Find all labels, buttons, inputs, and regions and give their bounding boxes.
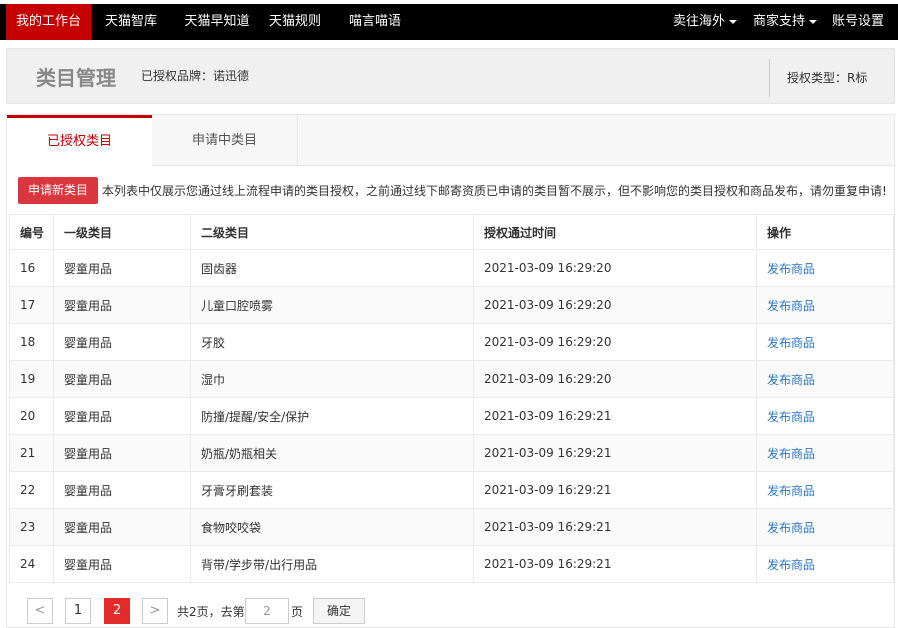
row-level1: 婴童用品 xyxy=(53,286,191,324)
row-level1: 婴童用品 xyxy=(53,545,191,583)
total-pages-text: 共2页，去第 xyxy=(177,605,245,619)
row-id: 24 xyxy=(9,545,54,583)
row-time: 2021-03-09 16:29:21 xyxy=(473,397,757,435)
chevron-down-icon xyxy=(729,19,737,24)
row-id: 21 xyxy=(9,434,54,472)
table-row: 22 婴童用品 牙膏牙刷套装 2021-03-09 16:29:21 发布商品 xyxy=(9,471,894,509)
row-time: 2021-03-09 16:29:21 xyxy=(473,545,757,583)
row-id: 16 xyxy=(9,249,54,287)
authorization-type: 授权类型：R标 xyxy=(787,71,868,85)
publish-product-link[interactable]: 发布商品 xyxy=(756,323,894,361)
publish-product-link[interactable]: 发布商品 xyxy=(756,286,894,324)
column-header-action: 操作 xyxy=(756,214,894,250)
row-id: 23 xyxy=(9,508,54,546)
row-level1: 婴童用品 xyxy=(53,249,191,287)
authorized-brand: 已授权品牌：诺迅德 xyxy=(141,69,250,83)
row-time: 2021-03-09 16:29:21 xyxy=(473,508,757,546)
row-id: 19 xyxy=(9,360,54,398)
category-table: 编号 一级类目 二级类目 授权通过时间 操作 16 婴童用品 固齿器 2021-03-… xyxy=(9,214,894,583)
apply-new-category-button[interactable]: 申请新类目 xyxy=(18,177,98,204)
row-level1: 婴童用品 xyxy=(53,360,191,398)
publish-product-link[interactable]: 发布商品 xyxy=(756,508,894,546)
header-divider xyxy=(769,59,770,97)
prev-page-button[interactable]: < xyxy=(27,598,53,624)
table-row: 24 婴童用品 背带/学步带/出行用品 2021-03-09 16:29:21 发布商品 xyxy=(9,545,894,583)
row-level2: 食物咬咬袋 xyxy=(190,508,474,546)
table-row: 23 婴童用品 食物咬咬袋 2021-03-09 16:29:21 发布商品 xyxy=(9,508,894,546)
table-row: 20 婴童用品 防撞/提醒/安全/保护 2021-03-09 16:29:21 发布商品 xyxy=(9,397,894,435)
row-level1: 婴童用品 xyxy=(53,397,191,435)
page-title: 类目管理 xyxy=(36,66,116,90)
notice-bar: 申请新类目 本列表中仅展示您通过线上流程申请的类目授权，之前通过线下邮寄资质已申… xyxy=(18,177,888,205)
nav-sell-overseas[interactable]: 卖往海外 xyxy=(668,4,742,40)
chevron-down-icon xyxy=(809,19,817,24)
column-header-level2: 二级类目 xyxy=(190,214,474,250)
row-level2: 湿巾 xyxy=(190,360,474,398)
nav-sell-overseas-label: 卖往海外 xyxy=(672,14,725,29)
table-header-row: 编号 一级类目 二级类目 授权通过时间 操作 xyxy=(9,214,894,250)
nav-account-settings[interactable]: 账号设置 xyxy=(826,4,890,40)
table-row: 18 婴童用品 牙胶 2021-03-09 16:29:20 发布商品 xyxy=(9,323,894,361)
publish-product-link[interactable]: 发布商品 xyxy=(756,360,894,398)
row-time: 2021-03-09 16:29:20 xyxy=(473,360,757,398)
row-id: 20 xyxy=(9,397,54,435)
row-level1: 婴童用品 xyxy=(53,434,191,472)
row-level2: 背带/学步带/出行用品 xyxy=(190,545,474,583)
row-level2: 儿童口腔喷雾 xyxy=(190,286,474,324)
nav-my-workbench[interactable]: 我的工作台 xyxy=(6,4,91,40)
row-time: 2021-03-09 16:29:21 xyxy=(473,471,757,509)
page-unit-text: 页 xyxy=(291,605,304,619)
nav-tmall-rules[interactable]: 天猫规则 xyxy=(262,4,328,40)
page-header: 类目管理 已授权品牌：诺迅德 授权类型：R标 xyxy=(6,48,895,104)
publish-product-link[interactable]: 发布商品 xyxy=(756,545,894,583)
notice-text: 本列表中仅展示您通过线上流程申请的类目授权，之前通过线下邮寄资质已申请的类目暂不… xyxy=(102,184,887,198)
category-panel: 已授权类目 申请中类目 申请新类目 本列表中仅展示您通过线上流程申请的类目授权，… xyxy=(6,114,895,628)
tab-authorized-categories[interactable]: 已授权类目 xyxy=(7,115,152,166)
confirm-button[interactable]: 确定 xyxy=(313,598,365,624)
page-2-button[interactable]: 2 xyxy=(104,598,130,624)
column-header-time: 授权通过时间 xyxy=(473,214,757,250)
column-header-id: 编号 xyxy=(9,214,54,250)
row-level2: 奶瓶/奶瓶相关 xyxy=(190,434,474,472)
row-time: 2021-03-09 16:29:20 xyxy=(473,249,757,287)
row-id: 22 xyxy=(9,471,54,509)
publish-product-link[interactable]: 发布商品 xyxy=(756,471,894,509)
row-level2: 牙胶 xyxy=(190,323,474,361)
next-page-button[interactable]: > xyxy=(142,598,168,624)
row-level1: 婴童用品 xyxy=(53,323,191,361)
table-row: 19 婴童用品 湿巾 2021-03-09 16:29:20 发布商品 xyxy=(9,360,894,398)
publish-product-link[interactable]: 发布商品 xyxy=(756,434,894,472)
row-id: 18 xyxy=(9,323,54,361)
tab-bar: 已授权类目 申请中类目 xyxy=(7,115,894,166)
nav-merchant-support-label: 商家支持 xyxy=(752,14,805,29)
publish-product-link[interactable]: 发布商品 xyxy=(756,249,894,287)
row-level1: 婴童用品 xyxy=(53,508,191,546)
table-row: 16 婴童用品 固齿器 2021-03-09 16:29:20 发布商品 xyxy=(9,249,894,287)
row-level2: 防撞/提醒/安全/保护 xyxy=(190,397,474,435)
publish-product-link[interactable]: 发布商品 xyxy=(756,397,894,435)
tab-pending-categories[interactable]: 申请中类目 xyxy=(152,115,298,165)
row-time: 2021-03-09 16:29:21 xyxy=(473,434,757,472)
table-row: 21 婴童用品 奶瓶/奶瓶相关 2021-03-09 16:29:21 发布商品 xyxy=(9,434,894,472)
page-1-button[interactable]: 1 xyxy=(65,598,91,624)
nav-merchant-support[interactable]: 商家支持 xyxy=(748,4,822,40)
nav-tmall-think-tank[interactable]: 天猫智库 xyxy=(96,4,166,40)
nav-miaoyan[interactable]: 喵言喵语 xyxy=(340,4,410,40)
row-level1: 婴童用品 xyxy=(53,471,191,509)
goto-page-input[interactable] xyxy=(245,598,289,624)
row-time: 2021-03-09 16:29:20 xyxy=(473,286,757,324)
top-nav-bar: 我的工作台 天猫智库 天猫早知道 天猫规则 喵言喵语 卖往海外 商家支持 账号设… xyxy=(0,4,898,40)
row-level2: 牙膏牙刷套装 xyxy=(190,471,474,509)
table-row: 17 婴童用品 儿童口腔喷雾 2021-03-09 16:29:20 发布商品 xyxy=(9,286,894,324)
column-header-level1: 一级类目 xyxy=(53,214,191,250)
nav-tmall-early-know[interactable]: 天猫早知道 xyxy=(174,4,260,40)
row-level2: 固齿器 xyxy=(190,249,474,287)
row-id: 17 xyxy=(9,286,54,324)
row-time: 2021-03-09 16:29:20 xyxy=(473,323,757,361)
